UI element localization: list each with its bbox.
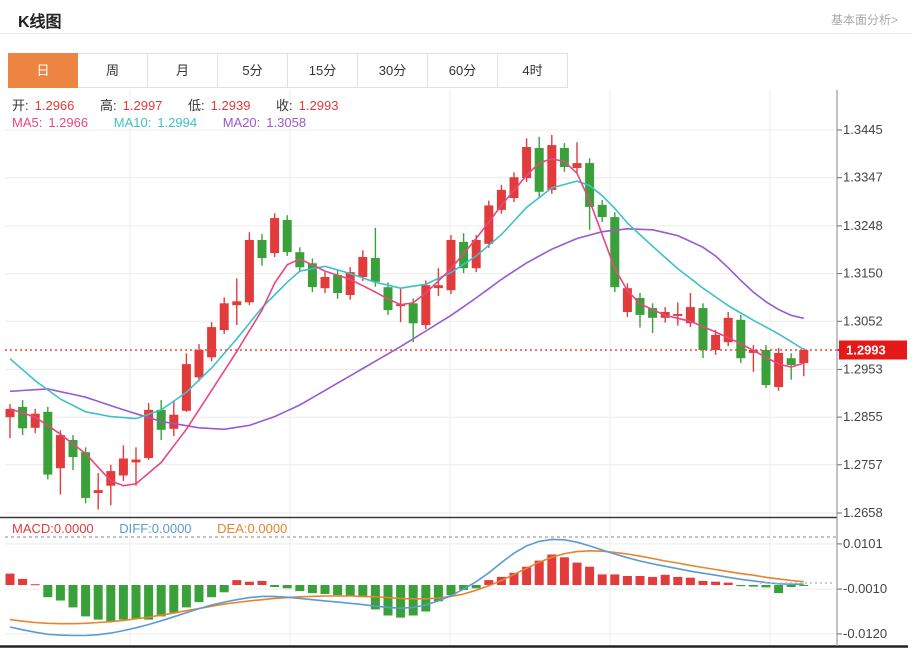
ma10-value: 1.2994 xyxy=(157,115,197,130)
svg-text:1.2658: 1.2658 xyxy=(843,505,883,520)
tab-period-4时[interactable]: 4时 xyxy=(498,53,568,88)
open-value: 1.2966 xyxy=(35,98,75,113)
high-label: 高: xyxy=(100,98,117,113)
ma5-label: MA5: xyxy=(12,115,42,130)
svg-text:1.3150: 1.3150 xyxy=(843,266,883,281)
svg-text:1.2757: 1.2757 xyxy=(843,457,883,472)
high-value: 1.2997 xyxy=(123,98,163,113)
kline-chart-canvas[interactable]: 1.3445 1.3347 1.3248 1.3150 1.3052 1.2953 1.28… xyxy=(0,88,912,649)
svg-text:1.3445: 1.3445 xyxy=(843,122,883,137)
macd-value: MACD:0.0000 xyxy=(12,521,94,536)
tab-period-15分[interactable]: 15分 xyxy=(288,53,358,88)
ohlc-legend: 开: 1.2966 高: 1.2997 低: 1.2939 收: 1.2993 xyxy=(12,95,344,114)
tab-period-5分[interactable]: 5分 xyxy=(218,53,288,88)
low-value: 1.2939 xyxy=(211,98,251,113)
svg-text:0.0101: 0.0101 xyxy=(843,536,883,551)
svg-text:1.2855: 1.2855 xyxy=(843,409,883,424)
close-label: 收: xyxy=(276,98,293,113)
svg-text:1.3347: 1.3347 xyxy=(843,170,883,185)
kline-page: K线图 基本面分析> 日周月5分15分30分60分4时 开:1.2966 高:1… xyxy=(0,0,912,649)
chart-area[interactable]: 开: 1.2966 高: 1.2997 低: 1.2939 收: 1.2993 MA5:… xyxy=(0,88,912,649)
open-label: 开: xyxy=(12,98,29,113)
tab-period-60分[interactable]: 60分 xyxy=(428,53,498,88)
svg-text:1.3248: 1.3248 xyxy=(843,218,883,233)
ma20-value: 1.3058 xyxy=(266,115,306,130)
low-label: 低: xyxy=(188,98,205,113)
period-tab-bar: 日周月5分15分30分60分4时 xyxy=(8,53,568,88)
tab-period-周[interactable]: 周 xyxy=(78,53,148,88)
svg-text:1.2953: 1.2953 xyxy=(843,361,883,376)
page-title: K线图 xyxy=(18,8,62,32)
svg-text:1.3052: 1.3052 xyxy=(843,313,883,328)
svg-text:-0.0010: -0.0010 xyxy=(843,581,887,596)
tab-period-30分[interactable]: 30分 xyxy=(358,53,428,88)
ma20-label: MA20: xyxy=(223,115,261,130)
ma-legend: MA5: 1.2966 MA10: 1.2994 MA20: 1.3058 xyxy=(12,115,312,130)
ma10-label: MA10: xyxy=(114,115,152,130)
ma5-value: 1.2966 xyxy=(48,115,88,130)
macd-legend: MACD:0.0000 DIFF:0.0000 DEA:0.0000 xyxy=(12,521,293,536)
price-badge-text: 1.2993 xyxy=(846,343,886,358)
svg-text:-0.0120: -0.0120 xyxy=(843,626,887,641)
header-divider xyxy=(0,33,912,34)
dea-value: DEA:0.0000 xyxy=(217,521,287,536)
tab-period-月[interactable]: 月 xyxy=(148,53,218,88)
close-value: 1.2993 xyxy=(299,98,339,113)
tab-period-日[interactable]: 日 xyxy=(8,53,78,88)
fundamental-analysis-link[interactable]: 基本面分析> xyxy=(831,11,898,28)
diff-value: DIFF:0.0000 xyxy=(119,521,191,536)
